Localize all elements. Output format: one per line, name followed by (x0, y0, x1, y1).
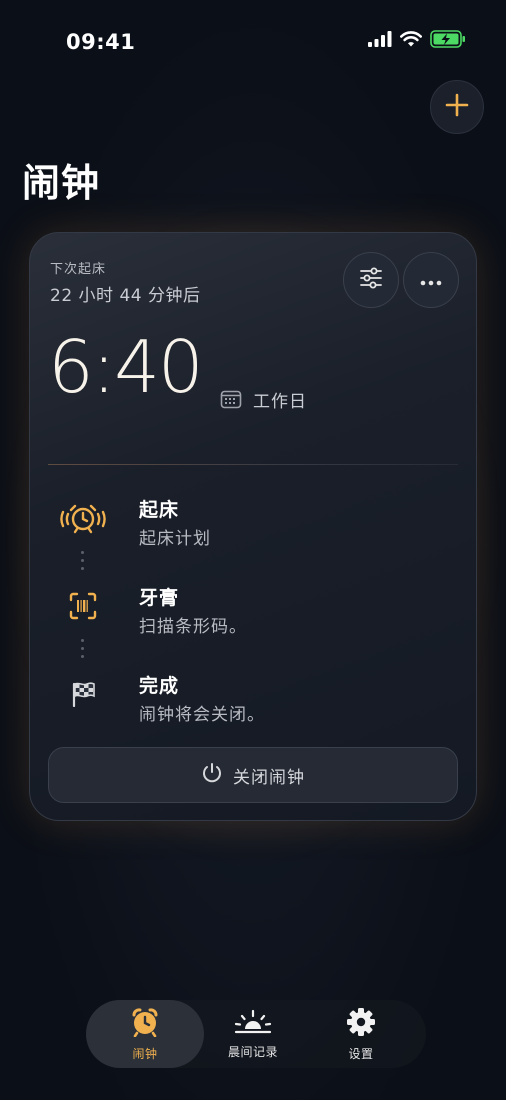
step-toothpaste[interactable]: 牙膏 扫描条形码。 (30, 583, 478, 653)
step-title: 牙膏 (139, 587, 180, 609)
cellular-signal-icon (368, 31, 392, 51)
tab-label: 闹钟 (132, 1046, 158, 1061)
alarm-settings-button[interactable] (343, 252, 399, 308)
divider (48, 464, 458, 465)
step-connector (81, 639, 85, 663)
power-icon (201, 762, 223, 788)
wifi-icon (400, 31, 422, 51)
step-wake-up[interactable]: 起床 起床计划 (30, 495, 478, 565)
status-icons (368, 30, 466, 52)
tab-bar: 闹钟 晨间记录 设置 (86, 1000, 426, 1068)
countdown-text: 22 小时 44 分钟后 (50, 286, 201, 306)
alarm-clock-icon (130, 1007, 160, 1041)
next-alarm-label: 下次起床 (50, 262, 107, 277)
status-bar: 09:41 (0, 0, 506, 80)
sliders-icon (359, 267, 383, 293)
calendar-icon (220, 389, 242, 413)
step-subtitle: 起床计划 (139, 529, 211, 549)
alarm-card[interactable]: 下次起床 22 小时 44 分钟后 6:40 工作日 起床 起床计划 牙膏 扫描… (29, 232, 477, 821)
step-subtitle: 闹钟将会关闭。 (139, 705, 265, 725)
step-subtitle: 扫描条形码。 (139, 617, 247, 637)
tab-settings[interactable]: 设置 (302, 1000, 420, 1068)
tab-alarm[interactable]: 闹钟 (86, 1000, 204, 1068)
ellipsis-icon (420, 271, 442, 290)
alarm-ringing-icon (60, 495, 106, 541)
status-time: 09:41 (66, 30, 136, 54)
repeat-label: 工作日 (253, 392, 307, 412)
sunrise-icon (234, 1009, 272, 1039)
battery-charging-icon (430, 30, 466, 52)
page-title: 闹钟 (22, 161, 101, 205)
dismiss-label: 关闭闹钟 (233, 767, 305, 788)
tab-label: 晨间记录 (227, 1044, 278, 1059)
alarm-time: 6:40 (48, 325, 204, 409)
checkered-flag-icon (60, 671, 106, 717)
tab-morning-log[interactable]: 晨间记录 (194, 1000, 312, 1068)
barcode-scan-icon (60, 583, 106, 629)
step-connector (81, 551, 85, 575)
step-title: 起床 (139, 499, 180, 521)
more-options-button[interactable] (403, 252, 459, 308)
alarm-screen: 09:41 闹钟 下次起床 22 小时 44 分钟后 6:40 工作日 起床 起… (0, 0, 506, 1100)
plus-icon (445, 93, 469, 121)
add-alarm-button[interactable] (430, 80, 484, 134)
dismiss-alarm-button[interactable]: 关闭闹钟 (48, 747, 458, 803)
gear-icon (346, 1007, 376, 1041)
step-finish[interactable]: 完成 闹钟将会关闭。 (30, 671, 478, 741)
tab-label: 设置 (348, 1046, 374, 1061)
step-title: 完成 (139, 675, 180, 697)
